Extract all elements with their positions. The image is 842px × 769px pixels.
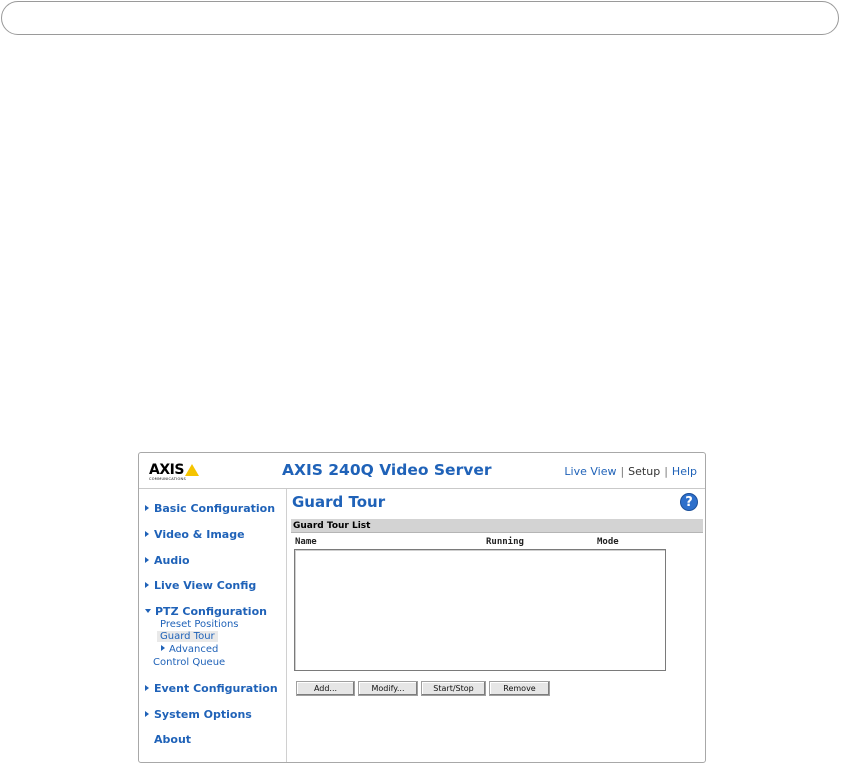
arrow-down-icon (145, 609, 151, 613)
nav-separator: | (620, 465, 625, 478)
add-button[interactable]: Add... (296, 681, 355, 696)
sidebar-item-label: Video & Image (154, 528, 245, 541)
sidebar-item-label: PTZ Configuration (155, 605, 267, 618)
sidebar-item-system-options[interactable]: System Options (145, 708, 252, 721)
arrow-right-icon (145, 557, 149, 563)
top-rounded-bar (1, 1, 839, 35)
top-navigation: Live View | Setup | Help (564, 465, 697, 478)
arrow-right-icon (145, 505, 149, 511)
logo-triangle-icon (185, 464, 199, 476)
modify-button[interactable]: Modify... (358, 681, 418, 696)
sidebar-subitem-advanced[interactable]: Advanced (161, 644, 218, 655)
sidebar-subitem-preset-positions[interactable]: Preset Positions (160, 619, 239, 630)
sidebar-item-live-view-config[interactable]: Live View Config (145, 579, 256, 592)
arrow-right-icon (145, 531, 149, 537)
remove-button[interactable]: Remove (489, 681, 550, 696)
sidebar-item-basic-configuration[interactable]: Basic Configuration (145, 502, 275, 515)
sidebar-item-label: Basic Configuration (154, 502, 276, 515)
arrow-right-icon (145, 685, 149, 691)
web-ui-frame: AXIS COMMUNICATIONS AXIS 240Q Video Serv… (138, 452, 706, 763)
sidebar-item-event-configuration[interactable]: Event Configuration (145, 682, 278, 695)
start-stop-button[interactable]: Start/Stop (421, 681, 486, 696)
main-content: Guard Tour ? Guard Tour List Name Runnin… (291, 489, 703, 762)
logo-subtitle: COMMUNICATIONS (149, 477, 186, 481)
nav-separator: | (664, 465, 668, 478)
setup-link[interactable]: Setup (628, 465, 660, 478)
live-view-link[interactable]: Live View (564, 465, 616, 478)
sidebar-item-label: Audio (154, 554, 190, 567)
sidebar-subitem-label: Advanced (169, 644, 219, 655)
sidebar-item-label: Live View Config (154, 579, 257, 592)
sidebar-item-ptz-configuration[interactable]: PTZ Configuration (145, 605, 267, 618)
column-header-mode: Mode (597, 537, 619, 547)
sidebar-subitem-guard-tour[interactable]: Guard Tour (157, 631, 218, 642)
axis-logo[interactable]: AXIS COMMUNICATIONS (149, 463, 203, 483)
help-link[interactable]: Help (672, 465, 697, 478)
page-header: AXIS COMMUNICATIONS AXIS 240Q Video Serv… (139, 453, 705, 489)
logo-wordmark: AXIS (149, 462, 184, 478)
arrow-right-icon (145, 582, 149, 588)
sidebar-menu: Basic Configuration Video & Image Audio … (139, 489, 287, 762)
product-title: AXIS 240Q Video Server (282, 461, 492, 479)
sidebar-item-about[interactable]: About (154, 733, 191, 746)
page-title: Guard Tour (292, 493, 386, 511)
column-header-name: Name (295, 537, 317, 547)
sidebar-item-audio[interactable]: Audio (145, 554, 190, 567)
sidebar-subitem-control-queue[interactable]: Control Queue (153, 657, 225, 668)
arrow-right-icon (161, 645, 165, 651)
sidebar-item-label: System Options (154, 708, 252, 721)
sidebar-item-label: Event Configuration (154, 682, 278, 695)
section-header-guard-tour-list: Guard Tour List (291, 519, 703, 533)
help-icon[interactable]: ? (680, 493, 698, 511)
column-header-running: Running (486, 537, 524, 547)
guard-tour-listbox[interactable] (294, 549, 666, 671)
sidebar-item-video-image[interactable]: Video & Image (145, 528, 245, 541)
arrow-right-icon (145, 711, 149, 717)
